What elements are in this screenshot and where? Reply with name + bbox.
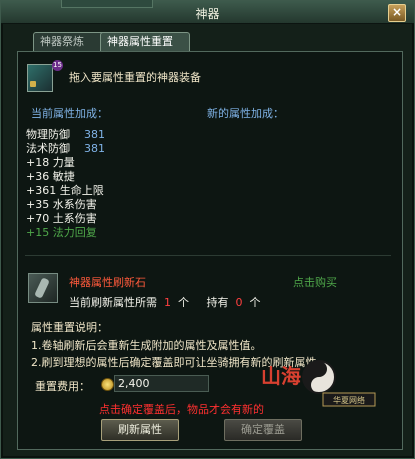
stat-value: 381 — [84, 142, 105, 155]
overwrite-warning: 点击确定覆盖后，物品才会有新的 — [99, 403, 264, 416]
own-unit: 个 — [249, 296, 261, 309]
new-attrs-header: 新的属性加成： — [207, 107, 284, 120]
logo-text: 山海 — [261, 364, 301, 388]
refresh-stone-name: 神器属性刷新石 — [69, 276, 146, 289]
window-title: 神器 — [195, 7, 220, 21]
notes-title: 属性重置说明： — [31, 321, 108, 334]
refresh-attributes-button[interactable]: 刷新属性 — [101, 419, 179, 441]
own-label: 持有 — [206, 296, 229, 309]
cost-value: 2,400 — [114, 375, 209, 392]
level-badge: 15 — [52, 60, 63, 71]
refresh-stone-icon[interactable] — [28, 273, 58, 303]
tab-attribute-reset[interactable]: 神器属性重置 — [100, 32, 190, 51]
need-count: 1 — [164, 296, 171, 309]
cost-label: 重置费用： — [35, 380, 90, 393]
special-bonus-row: +15 法力回复 — [26, 226, 97, 239]
artifact-equipment-slot[interactable] — [27, 64, 53, 92]
note-line: 1.卷轴刷新后会重新生成附加的属性及属性值。 — [31, 339, 262, 352]
divider — [25, 255, 391, 256]
artifact-window: 神器 × 神器祭炼 神器属性重置 15 拖入要属性重置的神器装备 当前属性加成：… — [0, 0, 415, 459]
title-bar[interactable]: 神器 × — [1, 0, 414, 24]
game-logo: 山海 华夏网络 — [261, 360, 376, 407]
confirm-overwrite-button[interactable]: 确定覆盖 — [224, 419, 302, 441]
coin-icon — [101, 378, 114, 391]
need-label: 当前刷新属性所需 — [69, 296, 157, 309]
own-count: 0 — [235, 296, 243, 309]
logo-subtitle: 华夏网络 — [333, 395, 365, 405]
tab-refine[interactable]: 神器祭炼 — [33, 32, 109, 51]
need-unit: 个 — [178, 296, 189, 309]
close-button[interactable]: × — [388, 4, 406, 22]
slot-hint: 拖入要属性重置的神器装备 — [69, 71, 201, 84]
lock-icon — [30, 81, 36, 87]
stone-requirement: 当前刷新属性所需 1 个 持有 0 个 — [69, 294, 260, 310]
buy-link[interactable]: 点击购买 — [293, 274, 337, 290]
current-attrs-header: 当前属性加成： — [31, 107, 108, 120]
